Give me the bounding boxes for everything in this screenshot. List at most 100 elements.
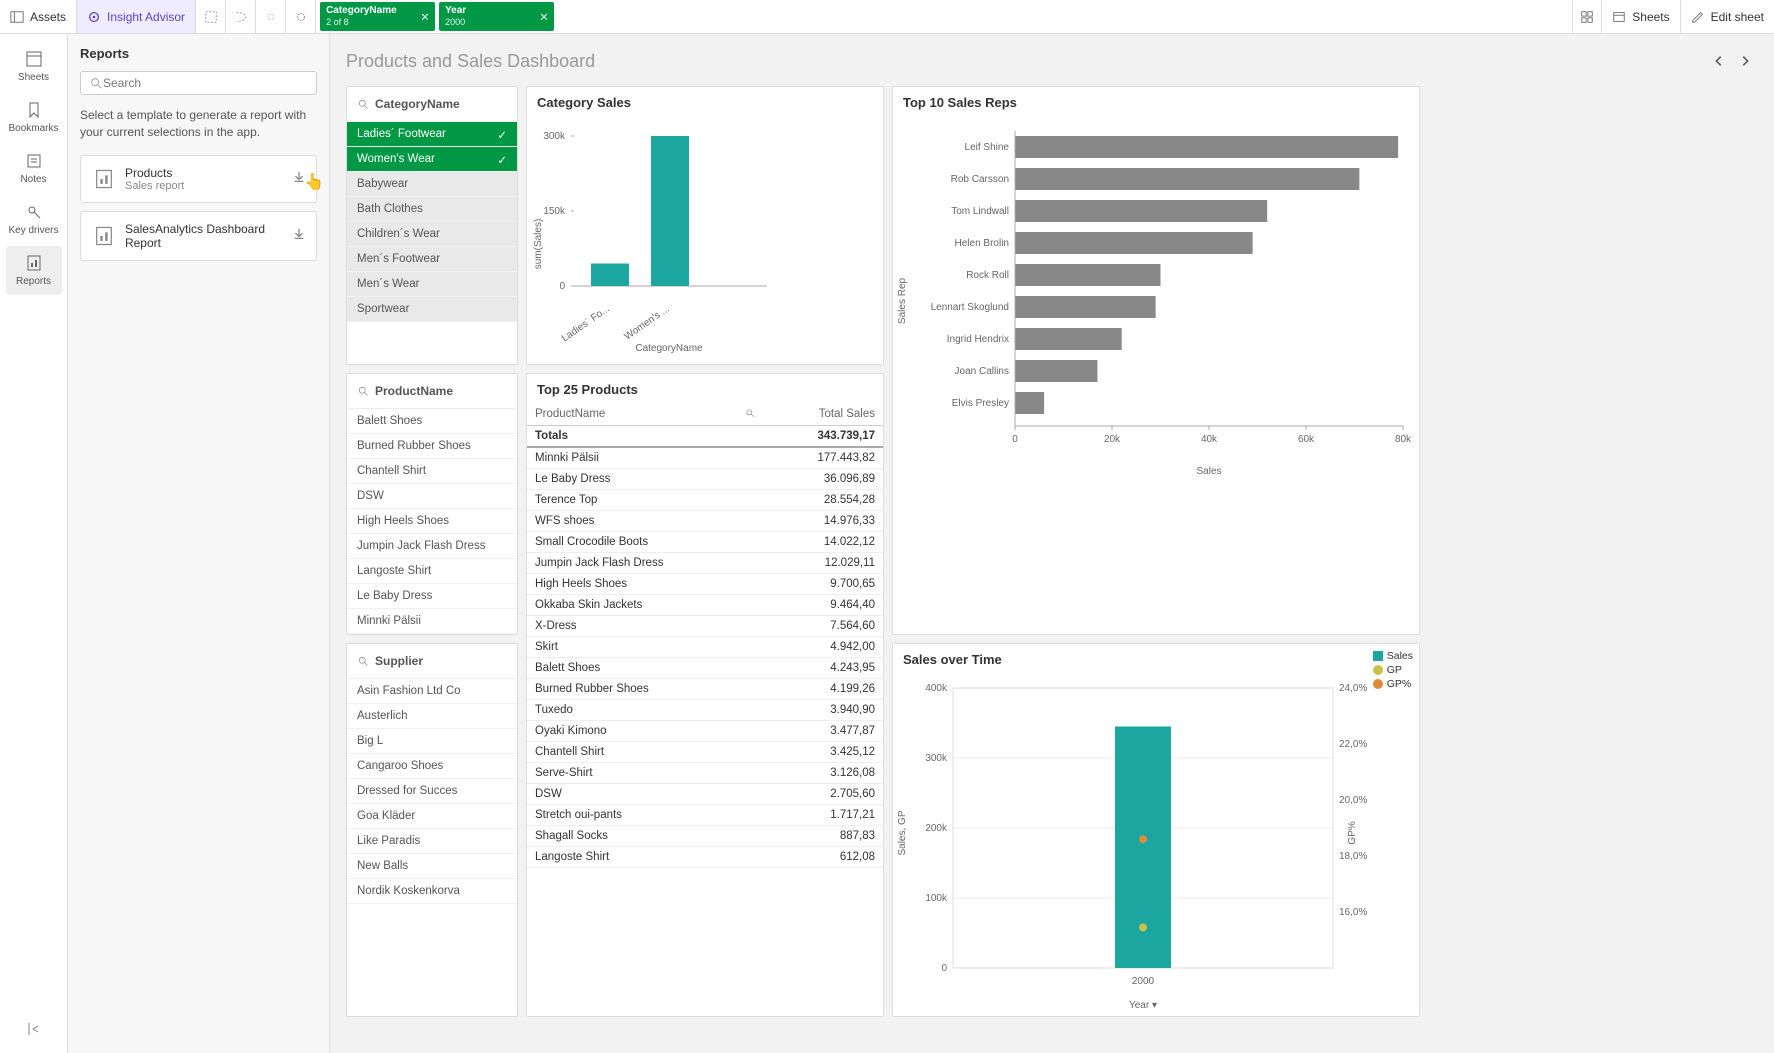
col-sales[interactable]: Total Sales [763,403,883,426]
category-sales-chart[interactable]: Category Sales sum(Sales) 0150k300k Ladi… [526,86,884,365]
marquee-icon [204,10,218,24]
selection-forward[interactable] [286,0,316,33]
pencil-icon [1691,10,1705,24]
close-icon[interactable]: × [421,8,429,25]
svg-text:Tom Lindwall: Tom Lindwall [951,206,1009,217]
close-icon[interactable]: × [540,8,548,25]
list-item[interactable]: Balett Shoes [347,409,517,434]
panel-title: Reports [80,46,317,61]
time-svg: Sales, GP GP% 0100k200k300k400k 16,0%18,… [893,673,1421,1013]
list-item[interactable]: High Heels Shoes [347,509,517,534]
svg-text:Ladies´ Fo...: Ladies´ Fo... [559,303,611,345]
assets-button[interactable]: Assets [0,0,77,33]
table-row[interactable]: DSW2.705,60 [527,784,883,805]
top25-products-table[interactable]: Top 25 Products ProductName Total Sales … [526,373,884,1017]
filter-chip-category[interactable]: CategoryName 2 of 8 × [320,2,435,31]
search-input[interactable] [103,76,308,90]
list-item[interactable]: Langoste Shirt [347,559,517,584]
table-row[interactable]: High Heels Shoes9.700,65 [527,574,883,595]
list-item[interactable]: Burned Rubber Shoes [347,434,517,459]
list-item[interactable]: Bath Clothes [347,197,517,222]
assets-label: Assets [30,10,66,24]
list-item[interactable]: Chantell Shirt [347,459,517,484]
table-row[interactable]: Shagall Socks887,83 [527,826,883,847]
list-item[interactable]: Cangaroo Shoes [347,754,517,779]
x-axis-label: Year ▾ [1129,1000,1157,1011]
insight-advisor-button[interactable]: Insight Advisor [77,0,196,33]
top10-reps-chart[interactable]: Top 10 Sales Reps Sales Rep Leif ShineRo… [892,86,1420,635]
table-row[interactable]: Terence Top28.554,28 [527,490,883,511]
list-item[interactable]: Women's Wear [347,147,517,172]
download-icon[interactable] [292,227,306,244]
list-item[interactable]: Big L [347,729,517,754]
download-icon[interactable] [292,170,306,187]
report-card-products[interactable]: Products Sales report [80,155,317,203]
svg-text:Leif Shine: Leif Shine [965,142,1010,153]
list-item[interactable]: Austerlich [347,704,517,729]
table-row[interactable]: Serve-Shirt3.126,08 [527,763,883,784]
list-item[interactable]: Dressed for Succes [347,779,517,804]
list-item[interactable]: Babywear [347,172,517,197]
rail-bookmarks[interactable]: Bookmarks [6,93,62,142]
list-item[interactable]: Men´s Footwear [347,247,517,272]
table-row[interactable]: WFS shoes14.976,33 [527,511,883,532]
collapse-rail[interactable] [25,1020,43,1041]
dashboard-title: Products and Sales Dashboard [346,51,595,72]
sheets-button[interactable]: Sheets [1602,0,1680,33]
chart-title: Top 25 Products [527,374,883,403]
table-row[interactable]: Skirt4.942,00 [527,637,883,658]
list-item[interactable]: Nordik Koskenkorva [347,879,517,904]
search-icon [357,98,369,110]
list-item[interactable]: New Balls [347,854,517,879]
table-row[interactable]: Balett Shoes4.243,95 [527,658,883,679]
list-item[interactable]: Goa Kläder [347,804,517,829]
table-row[interactable]: X-Dress7.564,60 [527,616,883,637]
selection-back[interactable] [256,0,286,33]
selection-tool-1[interactable] [196,0,226,33]
sales-over-time-chart[interactable]: Sales over Time Sales GP GP% Sales, GP G… [892,643,1420,1017]
list-item[interactable]: Jumpin Jack Flash Dress [347,534,517,559]
list-item[interactable]: DSW [347,484,517,509]
table-row[interactable]: Chantell Shirt3.425,12 [527,742,883,763]
svg-text:0: 0 [941,963,947,974]
table-row[interactable]: Small Crocodile Boots14.022,12 [527,532,883,553]
x-axis-label: CategoryName [635,343,703,354]
table-row[interactable]: Okkaba Skin Jackets9.464,40 [527,595,883,616]
list-item[interactable]: Men´s Wear [347,272,517,297]
list-item[interactable]: Le Baby Dress [347,584,517,609]
table-row[interactable]: Langoste Shirt612,08 [527,847,883,868]
step-fwd-icon [294,10,308,24]
grid-button[interactable] [1572,0,1602,33]
filter-chip-year[interactable]: Year 2000 × [439,2,554,31]
svg-text:Helen Brolin: Helen Brolin [955,238,1009,249]
table-row[interactable]: Oyaki Kimono3.477,87 [527,721,883,742]
list-item[interactable]: Ladies´ Footwear [347,122,517,147]
table-row[interactable]: Tuxedo3.940,90 [527,700,883,721]
report-title: Products [125,166,184,180]
search-icon [745,408,755,418]
rail-sheets[interactable]: Sheets [6,42,62,91]
list-item[interactable]: Asin Fashion Ltd Co [347,679,517,704]
table-row[interactable]: Minnki Pälsii177.443,82 [527,447,883,469]
edit-label: Edit sheet [1711,10,1764,24]
rail-keydrivers[interactable]: Key drivers [6,195,62,244]
totals-value: 343.739,17 [763,426,883,448]
col-product[interactable]: ProductName [527,403,763,426]
rail-reports[interactable]: Reports [6,246,62,295]
rail-notes[interactable]: Notes [6,144,62,193]
report-card-dashboard[interactable]: SalesAnalytics Dashboard Report [80,211,317,261]
list-item[interactable]: Like Paradis [347,829,517,854]
y2-axis-label: GP% [1347,821,1358,844]
table-row[interactable]: Le Baby Dress36.096,89 [527,469,883,490]
table-row[interactable]: Stretch oui-pants1.717,21 [527,805,883,826]
list-item[interactable]: Minnki Pälsii [347,609,517,634]
table-row[interactable]: Burned Rubber Shoes4.199,26 [527,679,883,700]
list-item[interactable]: Children´s Wear [347,222,517,247]
search-box[interactable] [80,71,317,95]
list-item[interactable]: Sportwear [347,297,517,322]
table-row[interactable]: Jumpin Jack Flash Dress12.029,11 [527,553,883,574]
edit-sheet-button[interactable]: Edit sheet [1681,0,1774,33]
selection-tool-2[interactable] [226,0,256,33]
next-sheet[interactable] [1732,48,1758,74]
prev-sheet[interactable] [1706,48,1732,74]
